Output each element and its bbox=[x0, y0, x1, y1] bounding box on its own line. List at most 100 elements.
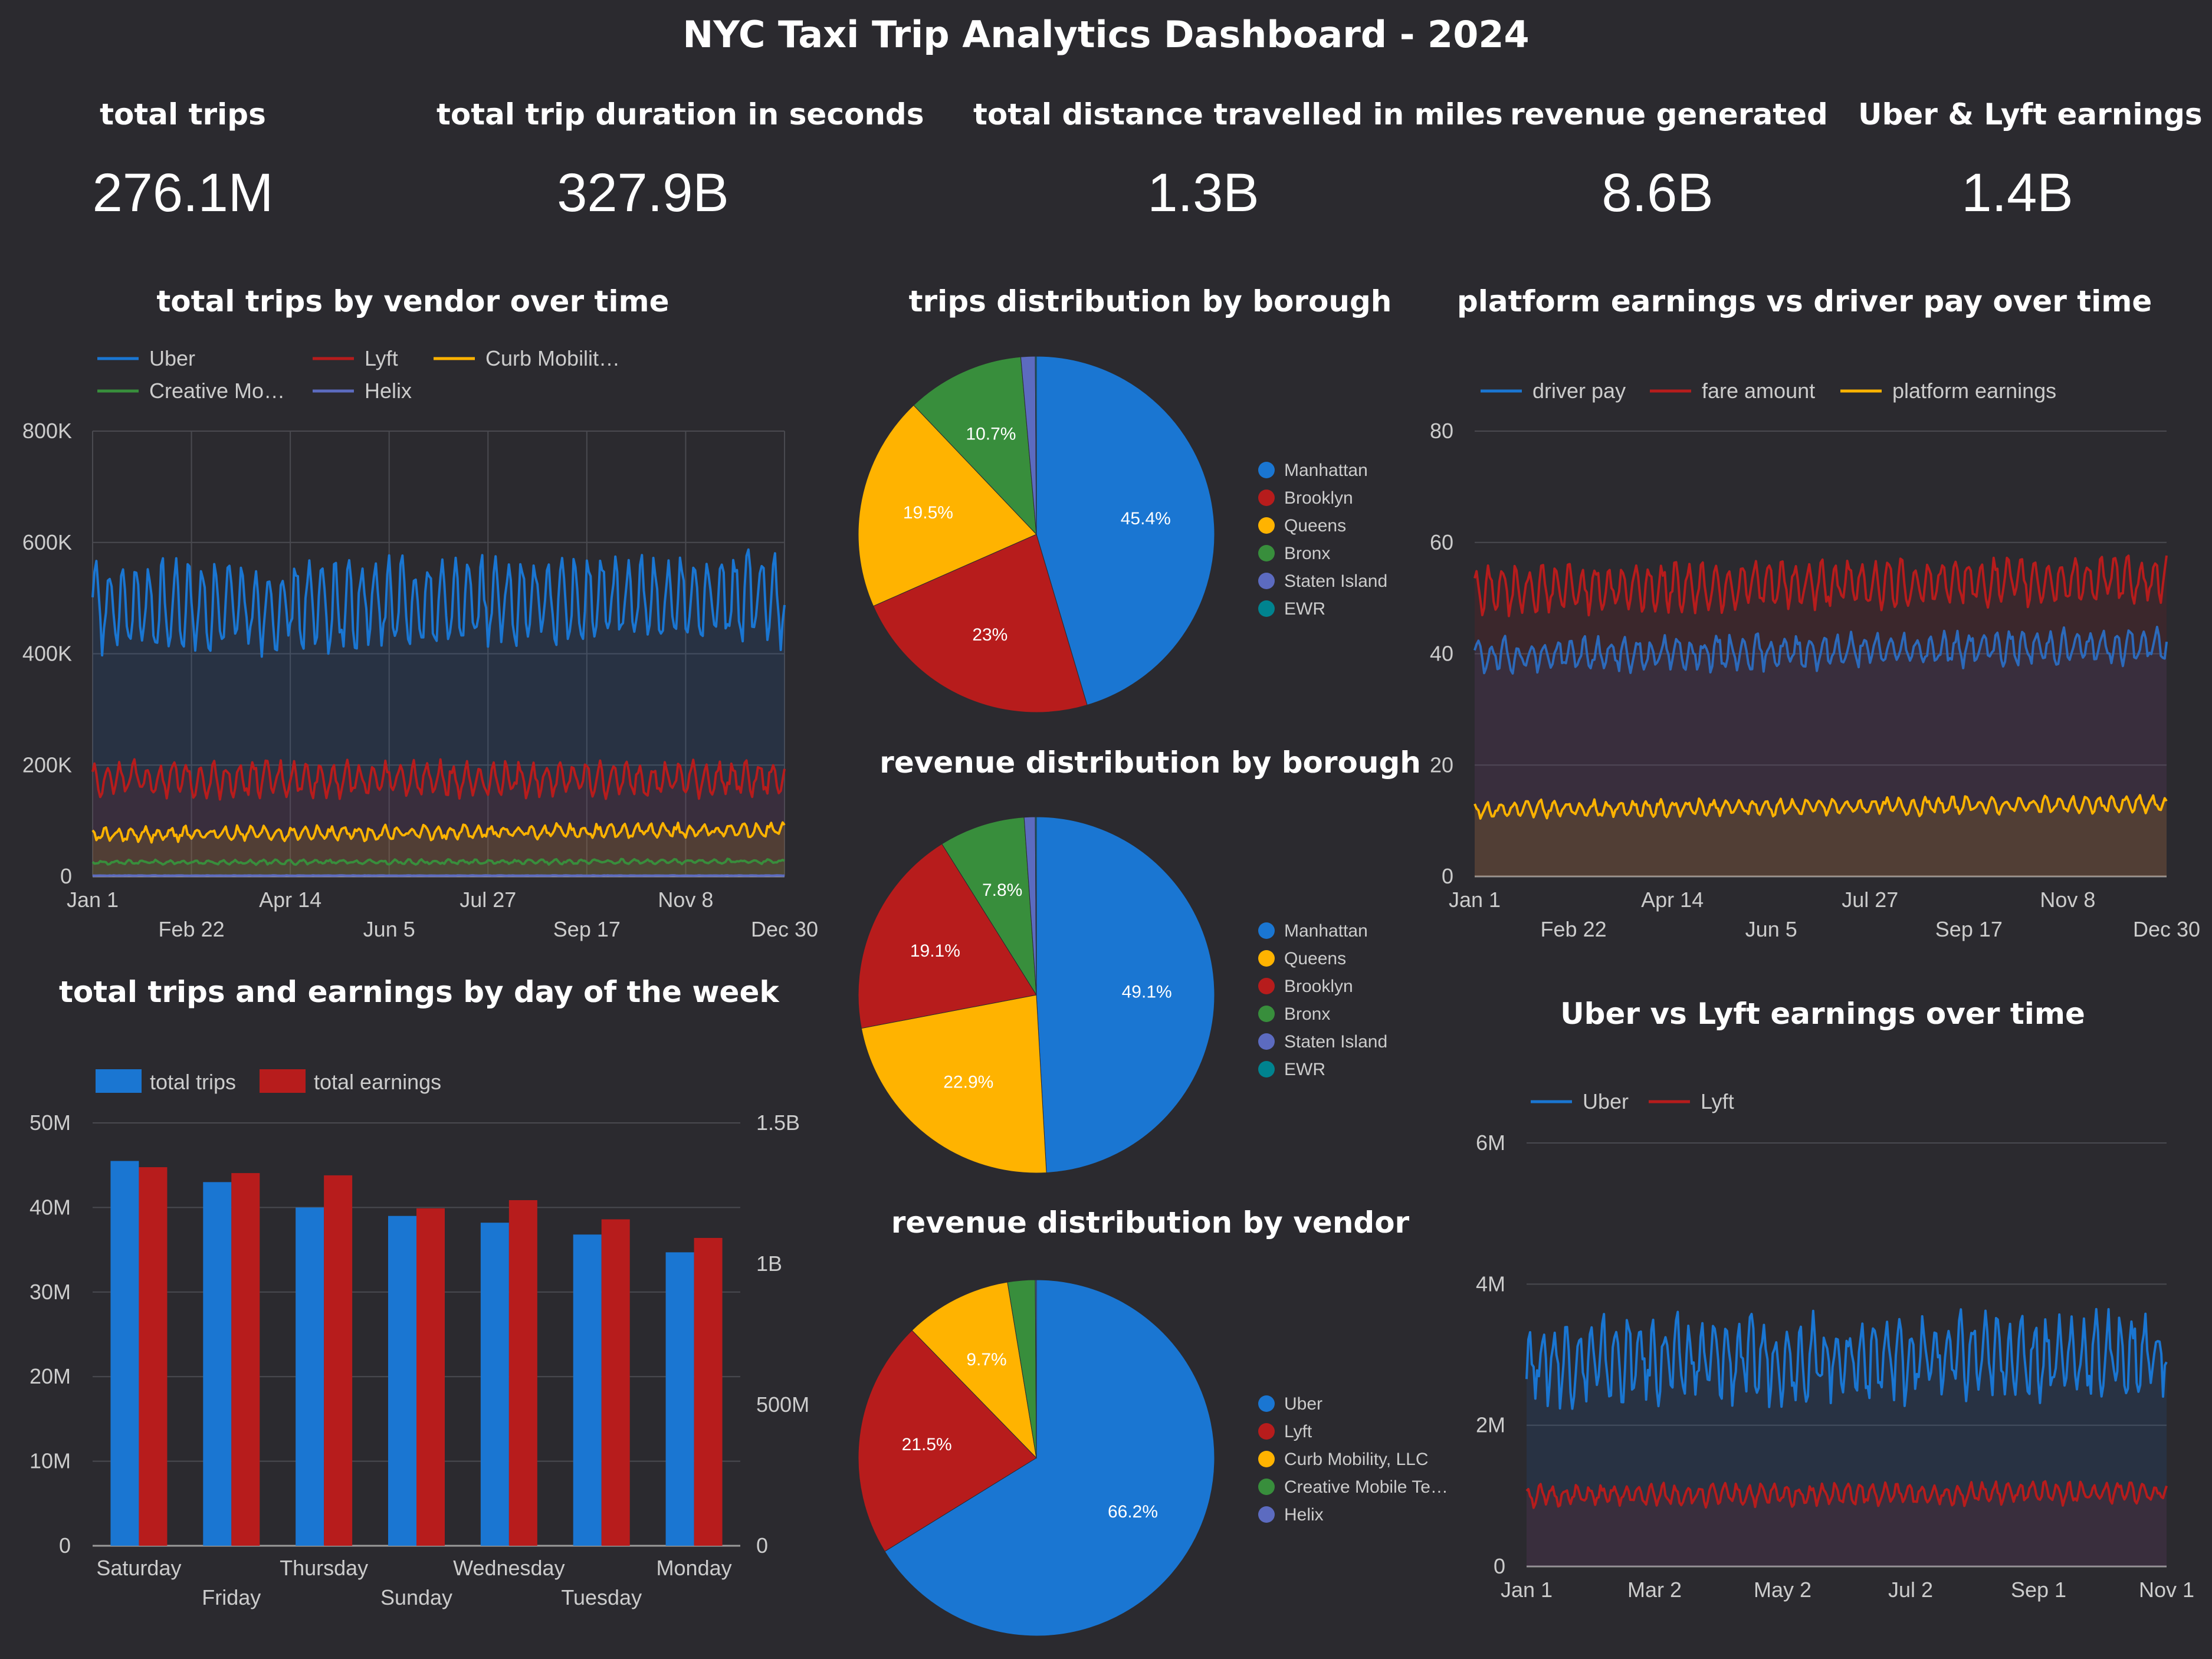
pie-pct-label: 22.9% bbox=[943, 1073, 993, 1092]
y-tick-label: 800K bbox=[22, 419, 72, 443]
pie-pct-label: 49.1% bbox=[1122, 983, 1172, 1002]
legend-dot bbox=[1258, 1033, 1275, 1050]
legend-label: Staten Island bbox=[1284, 571, 1387, 591]
bar-total-earnings bbox=[231, 1173, 260, 1546]
x-tick-label: Jun 5 bbox=[1745, 917, 1797, 941]
legend-label: Uber bbox=[1284, 1394, 1322, 1414]
x-category-label: Thursday bbox=[280, 1556, 368, 1580]
legend-dot bbox=[1258, 950, 1275, 967]
pay-legend-label: fare amount bbox=[1702, 379, 1815, 403]
x-tick-label: Sep 17 bbox=[553, 917, 621, 941]
legend-dot bbox=[1258, 600, 1275, 617]
bar-total-trips bbox=[480, 1223, 509, 1546]
legend-dot bbox=[1258, 1061, 1275, 1077]
bar-total-earnings bbox=[139, 1167, 168, 1546]
y-tick-label: 20 bbox=[1430, 753, 1453, 777]
vendor-legend-label: Curb Mobilit… bbox=[485, 346, 620, 370]
y-right-tick-label: 0 bbox=[756, 1533, 768, 1558]
bar-total-trips bbox=[388, 1215, 416, 1546]
charts-canvas: Uber Lyft Curb Mobilit… Creative Mo… Helix 0 2… bbox=[22, 346, 2200, 1637]
vendor-legend-label: Helix bbox=[365, 379, 412, 403]
legend-dot bbox=[1258, 1006, 1275, 1022]
pie-pct-label: 45.4% bbox=[1121, 509, 1171, 528]
legend-dot bbox=[1258, 573, 1275, 589]
legend-label: EWR bbox=[1284, 599, 1325, 619]
legend-label: Queens bbox=[1284, 949, 1346, 968]
y-tick-label: 6M bbox=[1476, 1131, 1505, 1155]
legend-label: Bronx bbox=[1284, 1004, 1330, 1024]
legend-dot bbox=[1258, 517, 1275, 534]
uberlyft-legend-label: Lyft bbox=[1701, 1089, 1734, 1113]
series-line bbox=[92, 874, 785, 877]
y-tick-label: 0 bbox=[1494, 1554, 1505, 1578]
y-tick-label: 4M bbox=[1476, 1272, 1505, 1296]
x-tick-label: Mar 2 bbox=[1627, 1578, 1682, 1602]
weekday-legend-swatch bbox=[96, 1069, 142, 1093]
legend-dot bbox=[1258, 490, 1275, 506]
x-tick-label: Dec 30 bbox=[751, 917, 818, 941]
y-tick-label: 40 bbox=[1430, 642, 1453, 666]
y-left-tick-label: 0 bbox=[59, 1533, 71, 1558]
x-category-label: Monday bbox=[657, 1556, 732, 1580]
bar-total-earnings bbox=[601, 1219, 630, 1546]
y-left-tick-label: 50M bbox=[29, 1111, 71, 1135]
legend-label: Lyft bbox=[1284, 1422, 1312, 1441]
x-tick-label: Nov 8 bbox=[2040, 888, 2095, 912]
bar-total-trips bbox=[573, 1234, 602, 1546]
bar-total-earnings bbox=[508, 1200, 537, 1546]
y-tick-label: 400K bbox=[22, 642, 72, 666]
x-category-label: Sunday bbox=[380, 1585, 452, 1609]
bar-total-earnings bbox=[694, 1238, 723, 1546]
y-left-tick-label: 20M bbox=[29, 1364, 71, 1388]
legend-dot bbox=[1258, 1395, 1275, 1412]
legend-label: Brooklyn bbox=[1284, 977, 1353, 996]
y-tick-label: 60 bbox=[1430, 530, 1453, 554]
y-left-tick-label: 40M bbox=[29, 1195, 71, 1219]
pay-legend-label: platform earnings bbox=[1892, 379, 2056, 403]
pie-pct-label: 66.2% bbox=[1108, 1502, 1158, 1522]
bar-total-trips bbox=[203, 1182, 232, 1546]
pie-pct-label: 10.7% bbox=[966, 424, 1016, 444]
x-tick-label: Jan 1 bbox=[1501, 1578, 1553, 1602]
y-right-tick-label: 500M bbox=[756, 1392, 809, 1417]
x-tick-label: Jan 1 bbox=[67, 888, 119, 912]
x-tick-label: Nov 8 bbox=[658, 888, 713, 912]
legend-label: Staten Island bbox=[1284, 1032, 1387, 1052]
pie-pct-label: 21.5% bbox=[902, 1435, 952, 1454]
vendor-legend-label: Creative Mo… bbox=[149, 379, 285, 403]
legend-label: Curb Mobility, LLC bbox=[1284, 1450, 1429, 1469]
legend-dot bbox=[1258, 1423, 1275, 1440]
legend-label: Helix bbox=[1284, 1505, 1324, 1525]
y-right-tick-label: 1B bbox=[756, 1251, 782, 1276]
y-right-tick-label: 1.5B bbox=[756, 1111, 800, 1135]
pie-pct-label: 23% bbox=[972, 625, 1007, 645]
x-tick-label: Jul 27 bbox=[1842, 888, 1898, 912]
legend-label: Manhattan bbox=[1284, 461, 1368, 480]
legend-dot bbox=[1258, 978, 1275, 994]
x-tick-label: Jul 2 bbox=[1888, 1578, 1933, 1602]
legend-dot bbox=[1258, 1479, 1275, 1495]
y-tick-label: 600K bbox=[22, 530, 72, 554]
y-left-tick-label: 30M bbox=[29, 1280, 71, 1304]
legend-label: Manhattan bbox=[1284, 921, 1368, 941]
pay-legend-label: driver pay bbox=[1532, 379, 1626, 403]
x-tick-label: Jun 5 bbox=[363, 917, 415, 941]
x-tick-label: Sep 17 bbox=[1935, 917, 2003, 941]
x-category-label: Wednesday bbox=[453, 1556, 565, 1580]
legend-dot bbox=[1258, 1506, 1275, 1523]
x-tick-label: Nov 1 bbox=[2139, 1578, 2194, 1602]
pie-pct-label: 7.8% bbox=[982, 881, 1022, 900]
x-tick-label: Dec 30 bbox=[2133, 917, 2200, 941]
y-tick-label: 0 bbox=[1442, 864, 1453, 888]
y-tick-label: 80 bbox=[1430, 419, 1453, 443]
weekday-legend-label: total earnings bbox=[314, 1070, 441, 1094]
legend-label: EWR bbox=[1284, 1060, 1325, 1079]
pie-pct-label: 9.7% bbox=[966, 1350, 1006, 1369]
pie-pct-label: 19.5% bbox=[903, 503, 953, 523]
legend-dot bbox=[1258, 545, 1275, 561]
weekday-legend-label: total trips bbox=[150, 1070, 236, 1094]
x-tick-label: Apr 14 bbox=[1641, 888, 1704, 912]
legend-dot bbox=[1258, 1451, 1275, 1467]
legend-label: Queens bbox=[1284, 516, 1346, 536]
x-tick-label: Feb 22 bbox=[159, 917, 225, 941]
